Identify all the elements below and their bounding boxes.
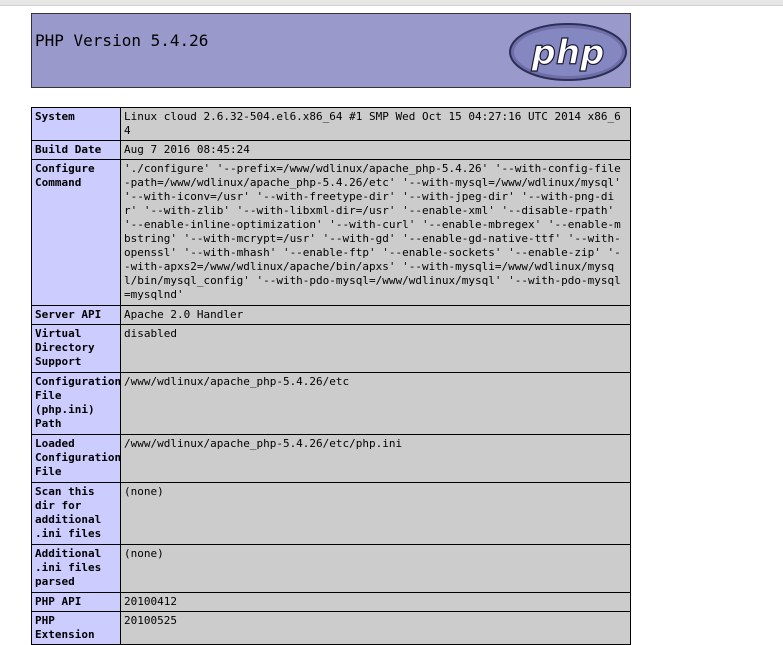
php-logo: php [509, 23, 627, 81]
table-row: System Linux cloud 2.6.32-504.el6.x86_64 … [31, 107, 631, 141]
row-value: disabled [120, 324, 631, 373]
row-label: System [31, 107, 121, 141]
table-row: Configuration File (php.ini) Path/www/wd… [31, 372, 631, 435]
row-label: Configuration File (php.ini) Path [31, 372, 121, 435]
row-value: (none) [120, 482, 631, 545]
row-label: Loaded Configuration File [31, 434, 121, 483]
table-row: Build Date Aug 7 2016 08:45:24 [31, 140, 631, 160]
php-logo-text: php [531, 33, 605, 73]
row-label: PHP API [31, 592, 121, 612]
row-label: Virtual Directory Support [31, 324, 121, 373]
row-label: Configure Command [31, 159, 121, 306]
row-value: (none) [120, 544, 631, 593]
table-row: Virtual Directory Support disabled [31, 324, 631, 373]
table-row: Additional .ini files parsed (none) [31, 544, 631, 593]
row-value: Apache 2.0 Handler [120, 305, 631, 325]
row-label: PHP Extension [31, 611, 121, 645]
php-info-table: System Linux cloud 2.6.32-504.el6.x86_64 … [31, 107, 631, 645]
row-label: Server API [31, 305, 121, 325]
row-label: Scan this dir for additional .ini files [31, 482, 121, 545]
table-row: PHP Extension 20100525 [31, 611, 631, 645]
table-row: Loaded Configuration File/www/wdlinux/ap… [31, 434, 631, 483]
table-row: Configure Command './configure' '--prefix… [31, 159, 631, 306]
row-value: /www/wdlinux/apache_php-5.4.26/etc/php.i… [120, 434, 631, 483]
row-label: Additional .ini files parsed [31, 544, 121, 593]
row-value: Linux cloud 2.6.32-504.el6.x86_64 #1 SMP… [120, 107, 631, 141]
page-title: PHP Version 5.4.26 [35, 31, 209, 50]
row-value: './configure' '--prefix=/www/wdlinux/apa… [120, 159, 631, 306]
row-value: Aug 7 2016 08:45:24 [120, 140, 631, 160]
row-value: /www/wdlinux/apache_php-5.4.26/etc [120, 372, 631, 435]
row-value: 20100412 [120, 592, 631, 612]
table-row: Server API Apache 2.0 Handler [31, 305, 631, 325]
table-row: Scan this dir for additional .ini files(… [31, 482, 631, 545]
row-label: Build Date [31, 140, 121, 160]
table-row: PHP API 20100412 [31, 592, 631, 612]
row-value: 20100525 [120, 611, 631, 645]
php-version-header: PHP Version 5.4.26 php [31, 13, 631, 88]
browser-top-bar [0, 0, 783, 6]
